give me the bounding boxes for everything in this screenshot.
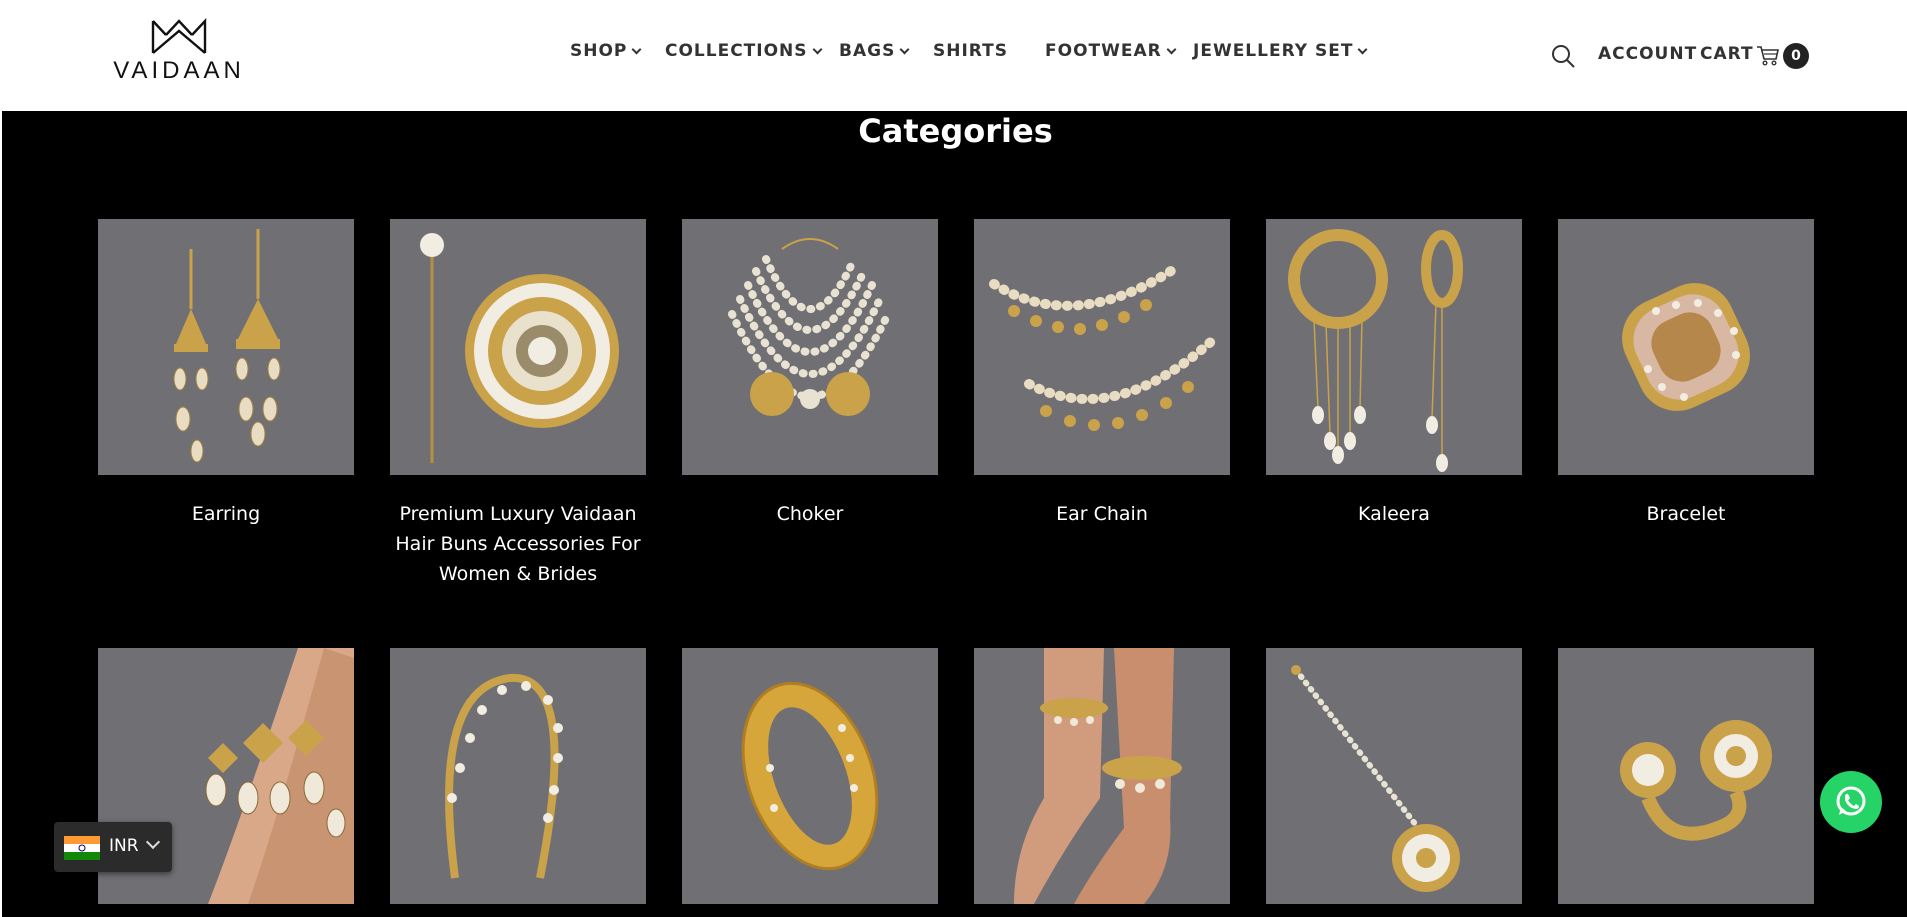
category-image[interactable] — [1266, 648, 1522, 904]
category-card-kaleera[interactable]: Kaleera — [1266, 219, 1522, 529]
anklet-image-icon — [1014, 648, 1182, 904]
category-label[interactable]: Kaleera — [1266, 499, 1522, 529]
hairband-image-icon — [445, 673, 563, 879]
category-card-hair-buns[interactable]: Premium Luxury Vaidaan Hair Buns Accesso… — [390, 219, 646, 589]
category-card-bracelet[interactable]: Bracelet — [1558, 219, 1814, 529]
whatsapp-icon — [1836, 786, 1866, 816]
category-card-armlet[interactable] — [98, 648, 354, 917]
category-card-ring[interactable] — [1558, 648, 1814, 917]
hair-bun-image-icon — [420, 233, 619, 463]
category-image[interactable] — [974, 648, 1230, 904]
category-label[interactable]: Premium Luxury Vaidaan Hair Buns Accesso… — [390, 499, 646, 589]
category-card-maang-tikka[interactable] — [1266, 648, 1522, 917]
category-label[interactable]: Choker — [682, 499, 938, 529]
currency-code: INR — [109, 836, 139, 856]
chevron-down-icon — [145, 834, 161, 850]
category-card-choker[interactable]: Choker — [682, 219, 938, 529]
category-label[interactable]: Bracelet — [1558, 499, 1814, 529]
kaleera-image-icon — [1288, 229, 1463, 472]
india-flag-icon — [64, 836, 100, 860]
category-label[interactable]: Earring — [98, 499, 354, 529]
bracelet-image-icon — [1622, 283, 1750, 411]
category-grid: Earring Premium Luxury Vaidaan Hair Buns… — [2, 0, 1907, 917]
currency-selector[interactable]: INR — [54, 822, 172, 872]
whatsapp-button[interactable] — [1820, 771, 1882, 833]
category-card-earring[interactable]: Earring — [98, 219, 354, 529]
category-label[interactable]: Ear Chain — [974, 499, 1230, 529]
category-card-anklet[interactable] — [974, 648, 1230, 917]
category-image[interactable] — [390, 219, 646, 475]
category-image[interactable] — [974, 219, 1230, 475]
category-card-hairband[interactable] — [390, 648, 646, 917]
category-image[interactable] — [1266, 219, 1522, 475]
choker-image-icon — [728, 238, 892, 416]
maang-tikka-image-icon — [1291, 665, 1460, 892]
category-image[interactable] — [98, 219, 354, 475]
page: VAIDAAN SHOP COLLECTIONS BAGS SHIRTS FOO… — [0, 0, 1907, 917]
earring-image-icon — [173, 229, 281, 463]
category-image[interactable] — [390, 648, 646, 904]
ear-chain-image-icon — [989, 264, 1219, 431]
category-image[interactable] — [1558, 219, 1814, 475]
category-card-ear-chain[interactable]: Ear Chain — [974, 219, 1230, 529]
category-image[interactable] — [682, 648, 938, 904]
category-image[interactable] — [682, 219, 938, 475]
ring-image-icon — [1620, 720, 1772, 841]
category-card-bangle[interactable] — [682, 648, 938, 917]
category-image[interactable] — [1558, 648, 1814, 904]
bangle-image-icon — [741, 681, 879, 871]
